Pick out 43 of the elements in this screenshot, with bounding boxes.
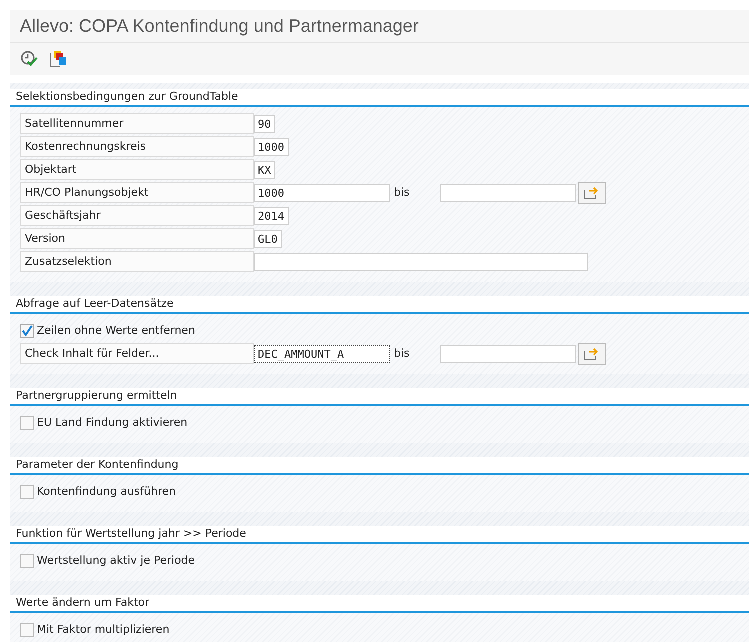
section-header: Selektionsbedingungen zur GroundTable xyxy=(10,89,749,107)
checkbox-label: Kontenfindung ausführen xyxy=(37,485,176,498)
input-field[interactable] xyxy=(254,252,588,270)
input-field[interactable] xyxy=(440,184,576,202)
input-field[interactable]: 2014 xyxy=(254,206,288,224)
input-field[interactable]: KX xyxy=(254,160,276,178)
arrow-icon xyxy=(584,186,600,200)
section-header: Parameter der Kontenfindung xyxy=(10,457,749,475)
checkbox-label: Zeilen ohne Werte entfernen xyxy=(37,324,196,337)
checkbox[interactable] xyxy=(20,622,34,636)
checkbox[interactable] xyxy=(20,416,34,430)
field-label: HR/CO Planungsobjekt xyxy=(20,182,254,203)
checkbox-label: EU Land Findung aktivieren xyxy=(37,416,188,429)
range-label: bis xyxy=(393,347,411,360)
execute-icon[interactable] xyxy=(20,50,38,68)
checkbox-label: Mit Faktor multiplizieren xyxy=(37,623,170,636)
input-field[interactable]: GL0 xyxy=(254,230,282,248)
multiple-selection-button[interactable] xyxy=(578,342,606,364)
field-label: Check Inhalt für Felder... xyxy=(20,343,254,364)
checkbox-label: Wertstellung aktiv je Periode xyxy=(37,554,196,567)
field-label: Satellitennummer xyxy=(20,113,254,134)
checkbox[interactable] xyxy=(20,484,34,498)
section-header: Abfrage auf Leer-Datensätze xyxy=(10,296,749,314)
section-header: Partnergruppierung ermitteln xyxy=(10,388,749,406)
input-field[interactable]: 1000 xyxy=(254,138,288,156)
section-header: Werte ändern um Faktor xyxy=(10,595,749,613)
section-header: Funktion für Wertstellung jahr >> Periode xyxy=(10,526,749,544)
input-field[interactable] xyxy=(440,344,576,362)
range-label: bis xyxy=(393,186,411,199)
checkbox[interactable] xyxy=(20,554,34,568)
checkbox[interactable] xyxy=(20,324,34,338)
input-field[interactable]: 1000 xyxy=(254,184,390,202)
field-label: Kostenrechnungskreis xyxy=(20,136,254,157)
field-label: Version xyxy=(20,228,254,249)
input-field[interactable]: DEC_AMMOUNT_A xyxy=(254,344,390,362)
window-title: Allevo: COPA Kontenfindung und Partnermanager xyxy=(10,10,749,43)
variants-icon[interactable] xyxy=(50,50,68,68)
field-label: Geschäftsjahr xyxy=(20,205,254,226)
field-label: Objektart xyxy=(20,159,254,180)
arrow-icon xyxy=(584,346,600,360)
multiple-selection-button[interactable] xyxy=(578,182,606,204)
field-label: Zusatzselektion xyxy=(20,251,254,272)
input-field[interactable]: 90 xyxy=(254,114,276,132)
